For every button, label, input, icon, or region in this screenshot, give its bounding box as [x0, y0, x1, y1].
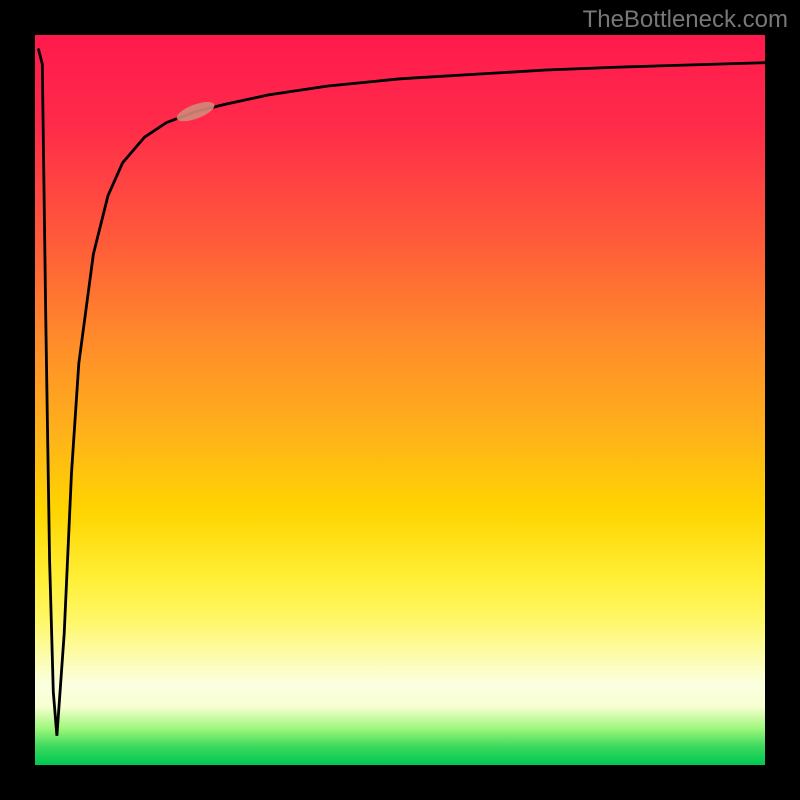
chart-svg — [35, 35, 765, 765]
watermark-text: TheBottleneck.com — [583, 6, 788, 34]
frame-right — [765, 0, 800, 800]
frame-bottom — [0, 765, 800, 800]
bottleneck-curve — [39, 50, 765, 736]
frame-left — [0, 0, 35, 800]
plot-area — [35, 35, 765, 765]
marker-pill — [174, 98, 216, 125]
chart-container: TheBottleneck.com — [0, 0, 800, 800]
